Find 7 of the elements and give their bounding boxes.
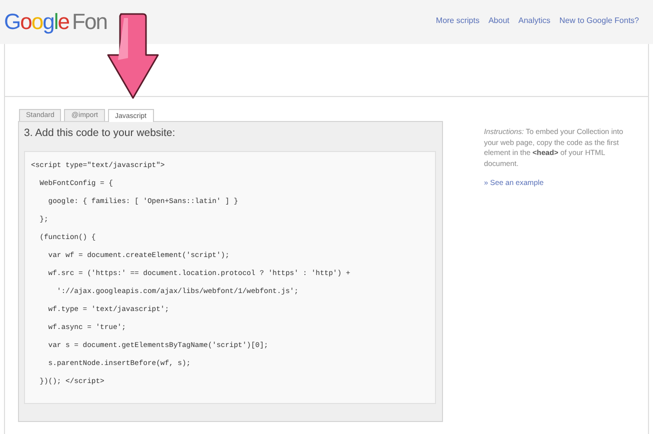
section-heading: 3. Add this code to your website:	[24, 127, 176, 139]
nav-link[interactable]: New to Google Fonts?	[559, 16, 639, 24]
nav-link[interactable]: Analytics	[518, 16, 550, 24]
nav-link[interactable]: More scripts	[436, 16, 480, 24]
logo-text: Fon	[72, 9, 107, 35]
nav-link[interactable]: About	[488, 16, 510, 24]
logo-wordmark: Google	[4, 9, 70, 35]
